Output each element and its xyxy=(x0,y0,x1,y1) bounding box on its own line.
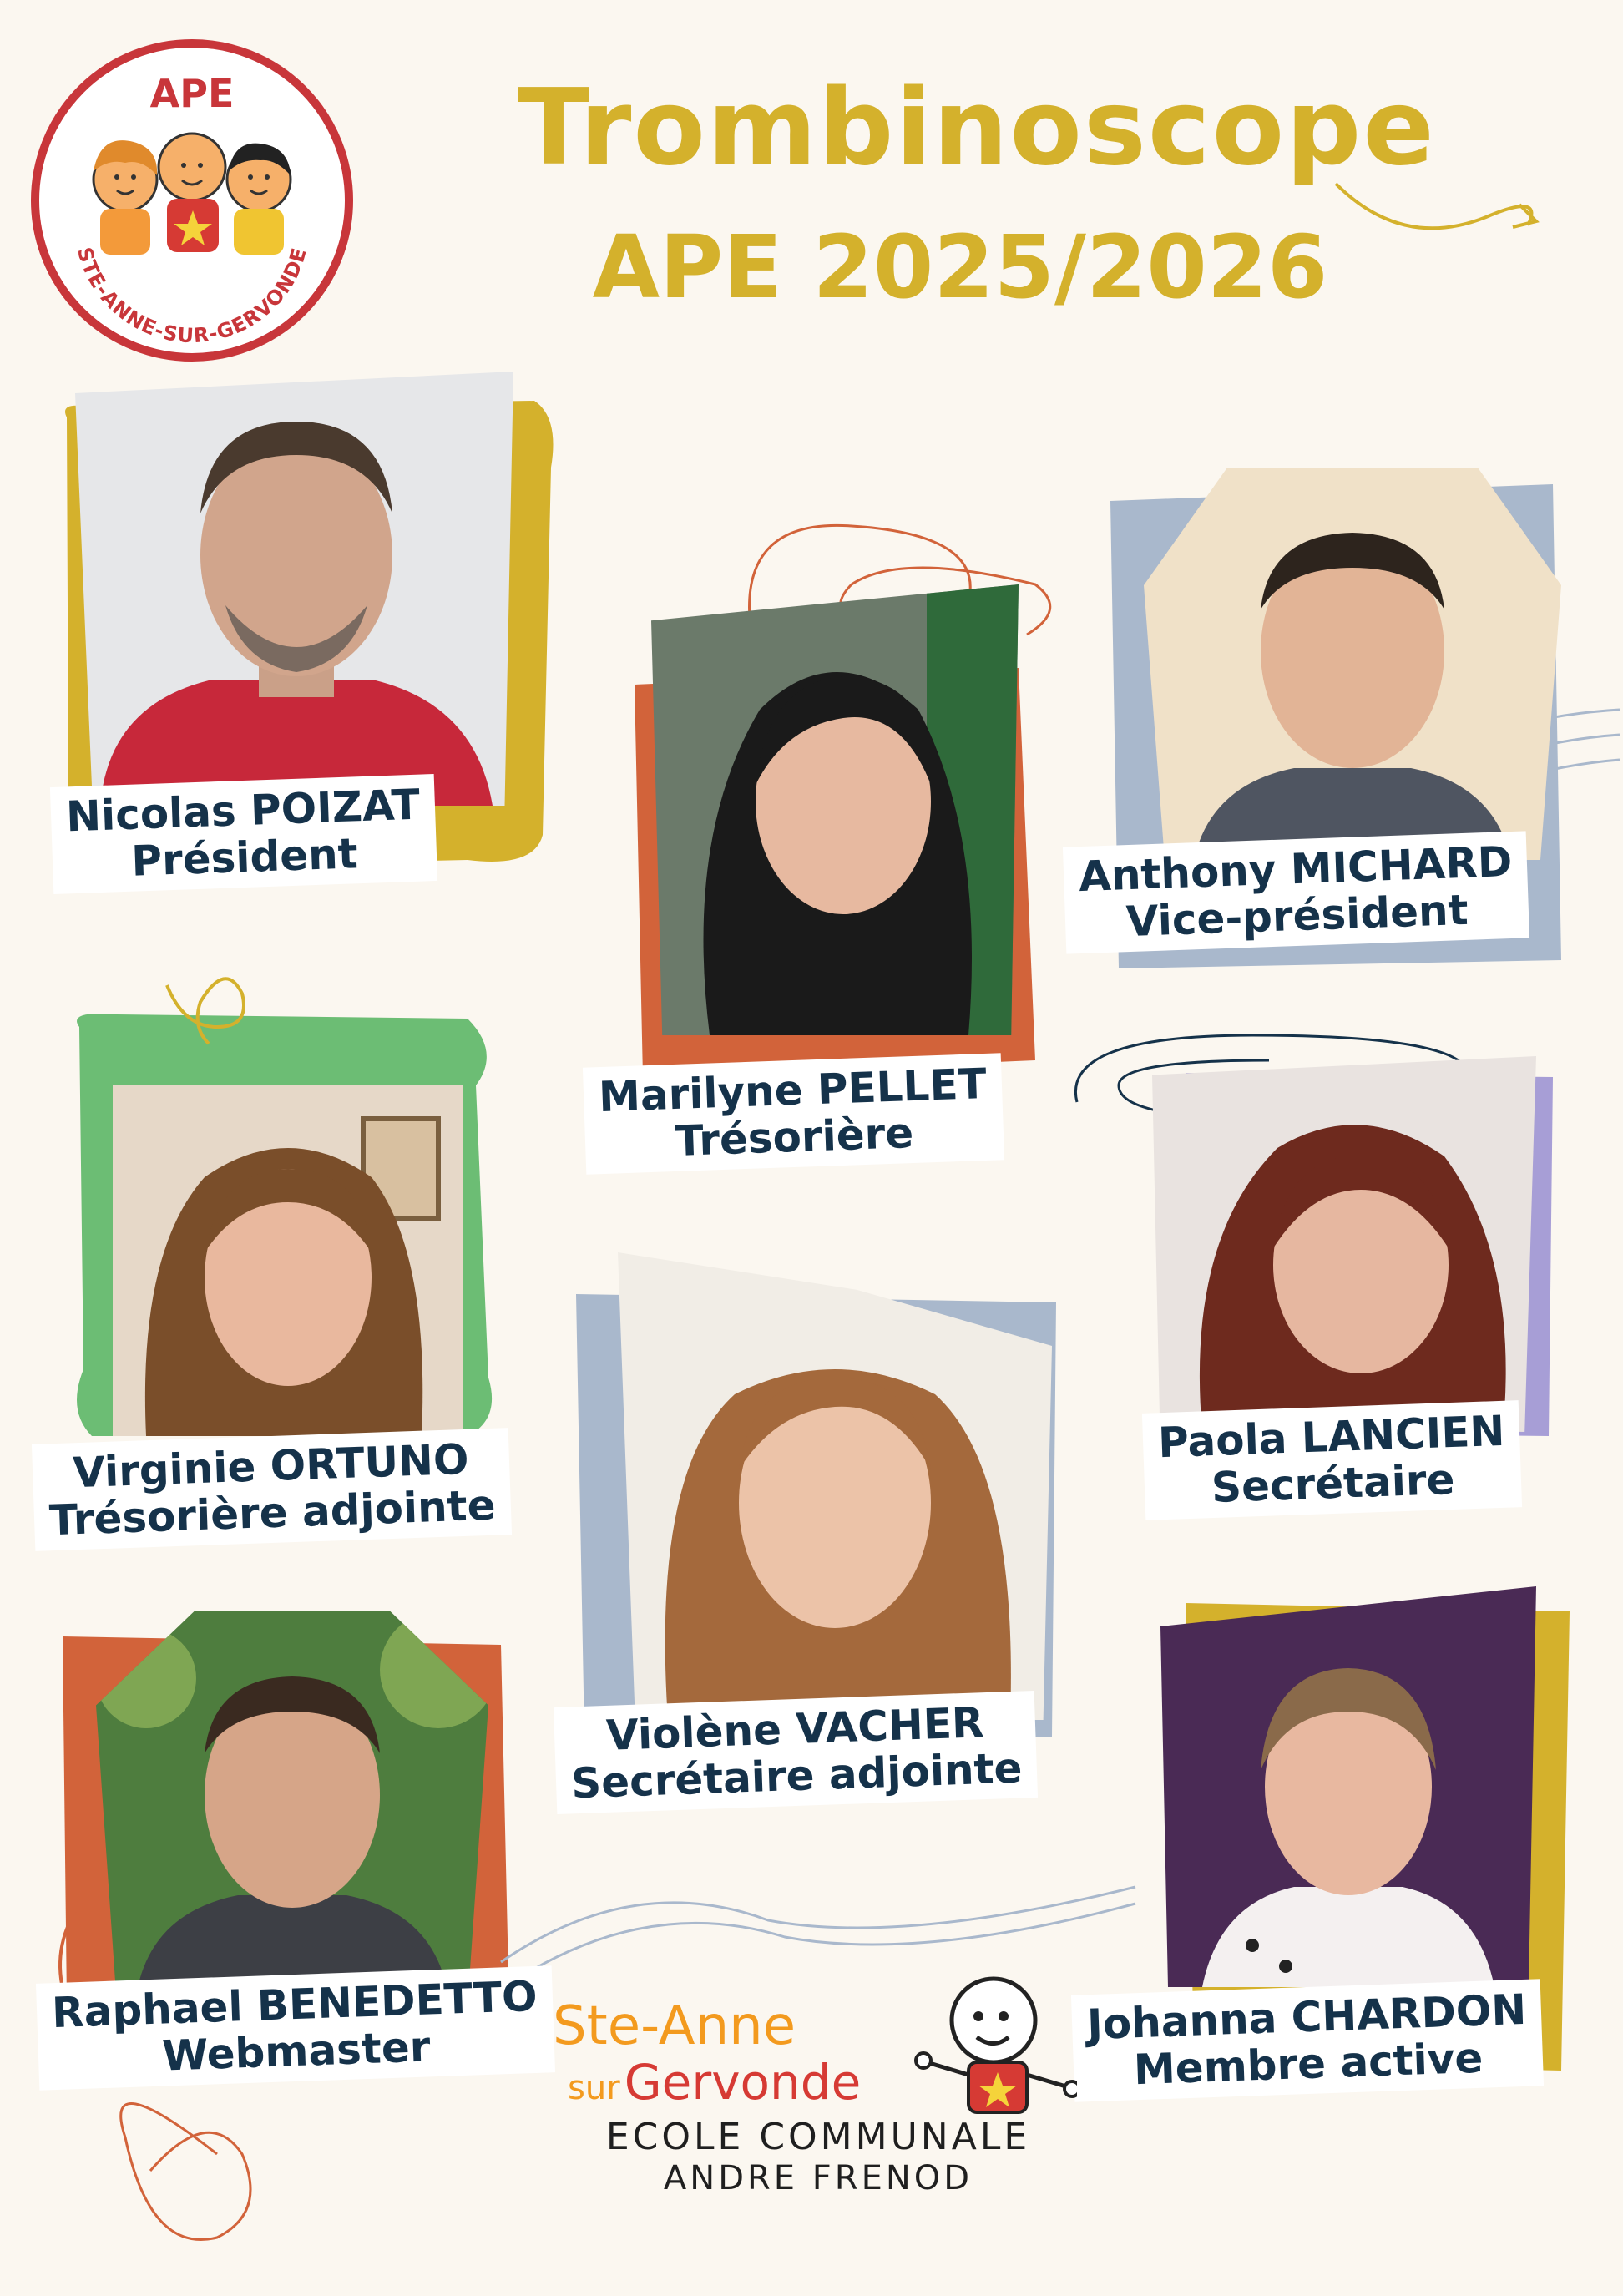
member-role: Secrétaire xyxy=(1211,1454,1456,1513)
school-line-1: ECOLE COMMUNALE xyxy=(605,2116,1031,2158)
school-logo: Ste-Anne sur Gervonde ECOLE COMMUNALE AN… xyxy=(543,1976,1094,2197)
member-label-marilyne: Marilyne PELLET Trésorière xyxy=(582,1053,1004,1175)
page-subtitle: APE 2025/2026 xyxy=(592,216,1328,318)
member-photo-nicolas xyxy=(75,372,513,806)
member-photo-paola xyxy=(1152,1056,1536,1432)
page-title: Trombinoscope xyxy=(518,66,1436,189)
member-photo-marilyne xyxy=(651,584,1019,1035)
ape-logo-graphic: APE STE-ANNE-SUR-GERVONDE xyxy=(31,39,353,362)
member-label-nicolas: Nicolas POIZAT Président xyxy=(49,774,438,894)
member-label-paola: Paola LANCIEN Secrétaire xyxy=(1141,1400,1523,1520)
member-photo-anthony xyxy=(1144,468,1561,860)
member-photo-raphael xyxy=(96,1611,488,1987)
ape-logo: APE STE-ANNE-SUR-GERVONDE xyxy=(25,33,359,367)
school-line-2: ANDRE FRENOD xyxy=(663,2159,973,2197)
scribble-waves-blue xyxy=(500,1885,1136,1980)
scribble-arrow-top xyxy=(1334,182,1534,230)
member-label-anthony: Anthony MICHARD Vice-président xyxy=(1062,831,1530,954)
member-label-violene: Violène VACHER Secrétaire adjointe xyxy=(553,1690,1039,1815)
brand-line-2: sur Gervonde xyxy=(568,2054,861,2111)
brand-line-2-a: sur xyxy=(568,2069,620,2107)
member-label-virginie: Virginie ORTUNO Trésorière adjointe xyxy=(31,1428,512,1551)
member-photo-johanna xyxy=(1160,1586,1536,1987)
brand-line-2-b: Gervonde xyxy=(624,2054,862,2111)
scribble-loop-bottom xyxy=(119,2102,252,2241)
mascot-icon xyxy=(914,1976,1077,2114)
member-label-johanna: Johanna CHARDON Membre active xyxy=(1070,1979,1545,2102)
logo-top-text: APE xyxy=(150,71,235,116)
brand-line-1: Ste-Anne xyxy=(553,1995,796,2057)
member-label-raphael: Raphael BENEDETTO Webmaster xyxy=(35,1965,555,2091)
member-photo-virginie xyxy=(113,1085,463,1436)
